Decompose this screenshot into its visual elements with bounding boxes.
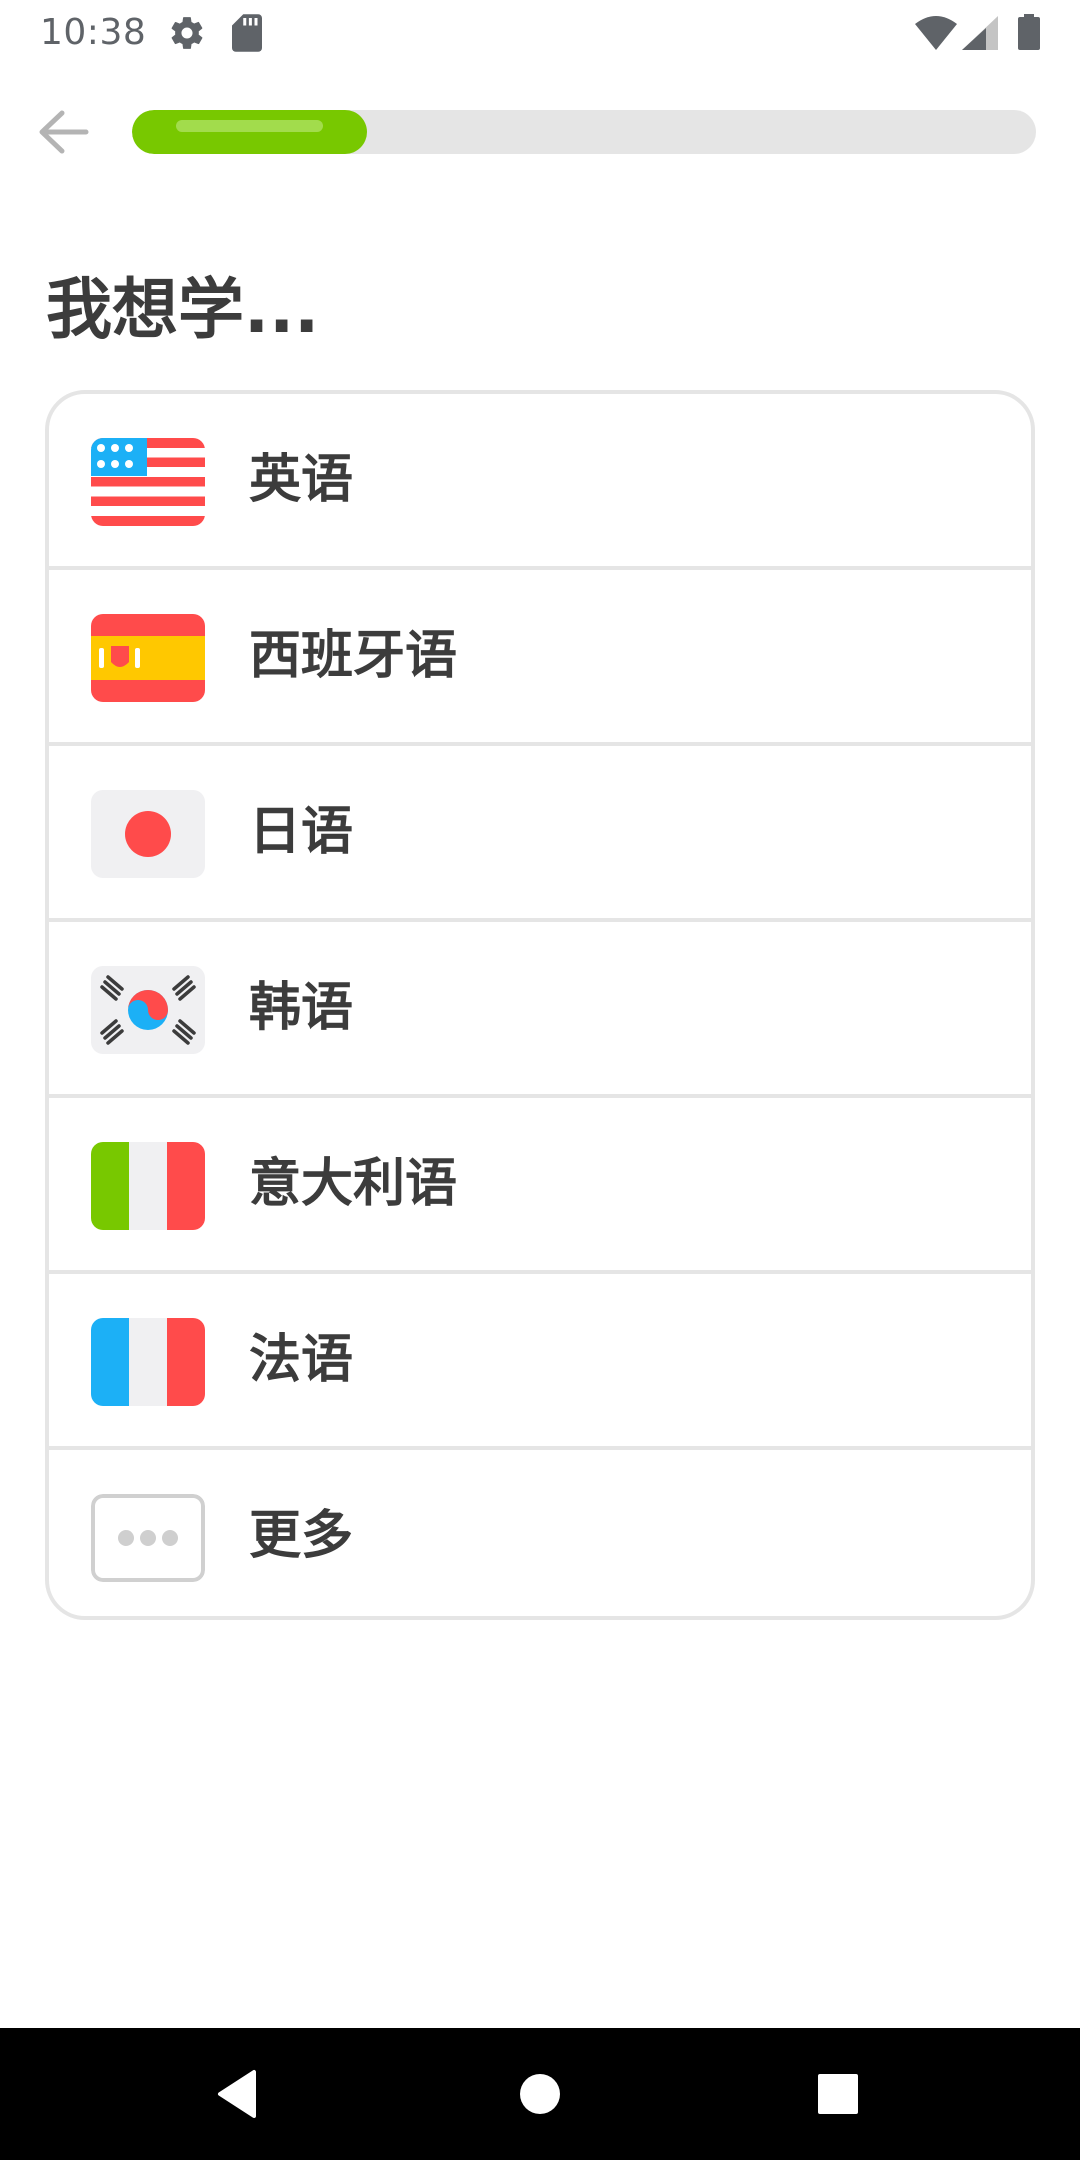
course-item-japanese[interactable]: 日语 xyxy=(49,746,1031,922)
course-label: 英语 xyxy=(249,450,354,510)
progress-highlight xyxy=(176,120,324,132)
course-item-english[interactable]: 英语 xyxy=(49,394,1031,570)
navigation-bar xyxy=(0,2028,1080,2160)
spain-flag-icon xyxy=(91,614,205,702)
france-flag-icon xyxy=(91,1318,205,1406)
course-label: 意大利语 xyxy=(249,1154,458,1214)
course-list: 英语 西班牙语 日语 韩语 意大利语 法语 更多 xyxy=(45,390,1035,1620)
back-button[interactable] xyxy=(34,102,94,162)
nav-home-icon[interactable] xyxy=(510,2064,570,2124)
status-time: 10:38 xyxy=(40,12,147,53)
screen: 10:38 我想学... 英语 西班牙语 日语 韩语 意大利语 法语 更多 xyxy=(0,0,1080,2160)
course-label: 韩语 xyxy=(249,978,354,1038)
course-item-french[interactable]: 法语 xyxy=(49,1274,1031,1450)
nav-back-icon[interactable] xyxy=(210,2064,270,2124)
battery-icon xyxy=(1018,14,1040,54)
page-title: 我想学... xyxy=(46,271,320,348)
course-item-more[interactable]: 更多 xyxy=(49,1450,1031,1616)
arrow-left-icon xyxy=(39,110,89,154)
course-label: 法语 xyxy=(249,1330,354,1390)
italy-flag-icon xyxy=(91,1142,205,1230)
sd-card-icon xyxy=(232,14,262,56)
gear-icon xyxy=(168,14,206,56)
course-item-korean[interactable]: 韩语 xyxy=(49,922,1031,1098)
course-label: 西班牙语 xyxy=(249,626,458,686)
nav-recent-icon[interactable] xyxy=(808,2064,868,2124)
wifi-icon xyxy=(915,16,957,54)
more-dots-icon xyxy=(91,1494,205,1582)
course-item-italian[interactable]: 意大利语 xyxy=(49,1098,1031,1274)
usa-flag-icon xyxy=(91,438,205,526)
course-item-spanish[interactable]: 西班牙语 xyxy=(49,570,1031,746)
status-bar: 10:38 xyxy=(0,0,1080,66)
progress-fill xyxy=(132,110,368,154)
progress-bar xyxy=(132,110,1036,154)
signal-icon xyxy=(962,16,998,54)
japan-flag-icon xyxy=(91,790,205,878)
course-label: 日语 xyxy=(249,802,354,862)
course-label: 更多 xyxy=(249,1506,354,1566)
korea-flag-icon xyxy=(91,966,205,1054)
